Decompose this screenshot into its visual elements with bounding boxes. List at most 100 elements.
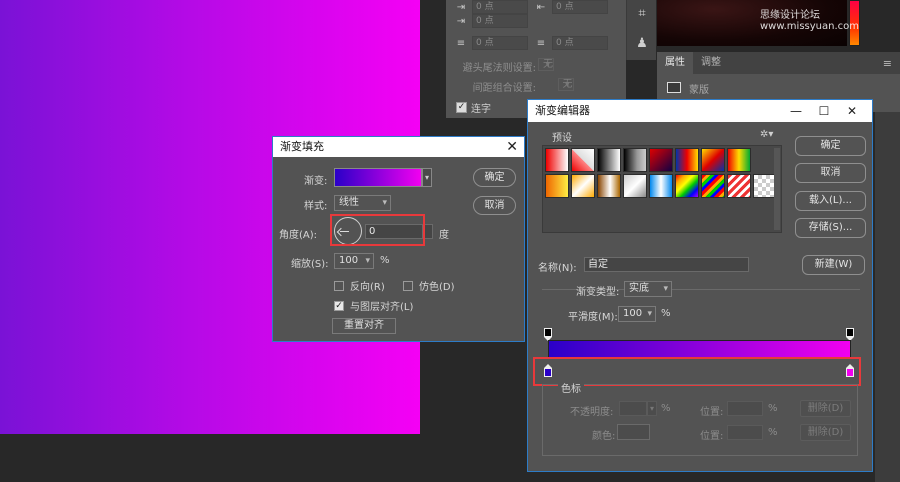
color-location-label: 位置: xyxy=(700,431,724,442)
smoothness-value: 100 xyxy=(623,308,643,319)
preset-swatch[interactable] xyxy=(649,174,673,198)
close-icon[interactable]: ✕ xyxy=(506,137,518,157)
spacing-label: 间距组合设置: xyxy=(472,83,536,94)
gradient-fill-title: 渐变填充 xyxy=(280,140,324,153)
opacity-label: 不透明度: xyxy=(570,407,614,418)
indent-first-icon: ⇥ xyxy=(456,15,466,27)
align-checkbox[interactable]: ✓ xyxy=(334,300,344,311)
reset-align-button[interactable]: 重置对齐 xyxy=(332,318,396,334)
scale-select[interactable]: 100 ▾ xyxy=(334,253,374,269)
highlight-box xyxy=(330,214,425,246)
panel-menu-icon[interactable]: ≡ xyxy=(883,57,892,70)
chevron-down-icon: ▾ xyxy=(663,284,668,294)
color-label: 颜色: xyxy=(592,431,616,442)
style-value: 线性 xyxy=(339,197,359,208)
dither-label: 仿色(D) xyxy=(419,282,455,293)
gradient-label: 渐变: xyxy=(304,176,328,187)
tab-properties[interactable]: 属性 xyxy=(657,52,693,74)
preset-swatch[interactable] xyxy=(545,148,569,172)
preset-swatch[interactable] xyxy=(675,174,699,198)
dither-checkbox[interactable] xyxy=(403,280,413,291)
scale-label: 缩放(S): xyxy=(291,259,329,270)
gradient-editor-dialog: 渐变编辑器 — ☐ ✕ 预设 ✲▾ 确定 取消 载入(L)... 存储(S)..… xyxy=(527,99,873,472)
cancel-button[interactable]: 取消 xyxy=(795,163,866,183)
stops-group-label: 色标 xyxy=(558,380,584,395)
chevron-down-icon[interactable]: ▾ xyxy=(422,168,432,187)
smoothness-unit: % xyxy=(661,308,671,319)
preset-swatch[interactable] xyxy=(675,148,699,172)
presets-grid xyxy=(542,145,782,233)
color-location-input[interactable] xyxy=(727,425,763,440)
gradient-type-value: 实底 xyxy=(629,283,649,294)
stops-group xyxy=(542,384,858,456)
chevron-down-icon: ▾ xyxy=(647,309,652,319)
tab-adjustments[interactable]: 调整 xyxy=(693,52,729,74)
preset-swatch[interactable] xyxy=(623,148,647,172)
color-location-unit: % xyxy=(768,427,778,438)
indent-left-field[interactable]: 0 点 xyxy=(472,0,528,14)
hyphenation-select[interactable]: 无 xyxy=(538,58,554,71)
gradient-type-select[interactable]: 实底 ▾ xyxy=(624,281,672,297)
align-label: 与图层对齐(L) xyxy=(350,302,414,313)
scale-unit: % xyxy=(380,255,390,266)
opacity-input[interactable] xyxy=(619,401,647,416)
gradient-editor-title: 渐变编辑器 xyxy=(535,104,590,117)
gradient-swatch[interactable] xyxy=(334,168,422,187)
ligature-label: 连字 xyxy=(471,104,491,115)
name-label: 名称(N): xyxy=(538,263,577,274)
watermark: 思缘设计论坛 www.missyuan.com xyxy=(760,10,859,32)
preset-swatch[interactable] xyxy=(701,174,725,198)
chevron-down-icon[interactable]: ▾ xyxy=(647,401,657,416)
ok-button[interactable]: 确定 xyxy=(795,136,866,156)
ligature-checkbox[interactable]: ✓ xyxy=(456,102,467,113)
crop-icon[interactable]: ⌗ xyxy=(632,4,652,24)
minimize-icon[interactable]: — xyxy=(782,100,810,122)
space-before-field[interactable]: 0 点 xyxy=(472,36,528,50)
style-select[interactable]: 线性 ▾ xyxy=(334,195,391,211)
style-label: 样式: xyxy=(304,201,328,212)
preset-swatch[interactable] xyxy=(727,148,751,172)
preset-swatch[interactable] xyxy=(649,148,673,172)
stop-color-swatch[interactable] xyxy=(617,424,650,440)
preset-swatch[interactable] xyxy=(727,174,751,198)
chevron-down-icon: ▾ xyxy=(382,198,387,208)
maximize-icon[interactable]: ☐ xyxy=(810,100,838,122)
scale-value: 100 xyxy=(339,255,359,266)
gear-icon[interactable]: ✲▾ xyxy=(760,129,773,140)
character-tool-icon[interactable]: ♟ xyxy=(632,34,652,54)
presets-scrollbar[interactable] xyxy=(774,148,780,230)
close-icon[interactable]: ✕ xyxy=(838,100,866,122)
save-button[interactable]: 存储(S)... xyxy=(795,218,866,238)
indent-first-line-icon: ⇥ xyxy=(456,1,466,13)
gradient-editor-titlebar: 渐变编辑器 — ☐ ✕ xyxy=(528,100,872,122)
preset-swatch[interactable] xyxy=(597,148,621,172)
cancel-button[interactable]: 取消 xyxy=(473,196,516,215)
preset-swatch[interactable] xyxy=(545,174,569,198)
gradient-fill-dialog: 渐变填充 ✕ 渐变: ▾ 确定 取消 样式: 线性 ▾ 角度(A): 0 度 缩… xyxy=(272,136,525,342)
load-button[interactable]: 载入(L)... xyxy=(795,191,866,211)
smoothness-select[interactable]: 100 ▾ xyxy=(618,306,656,322)
space-after-field[interactable]: 0 点 xyxy=(552,36,608,50)
preset-swatch[interactable] xyxy=(623,174,647,198)
indent-right-field[interactable]: 0 点 xyxy=(552,0,608,14)
spacing-select[interactable]: 无 xyxy=(557,78,574,91)
gradient-type-label: 渐变类型: xyxy=(576,287,620,298)
right-panel-edge xyxy=(875,112,900,482)
preset-swatch[interactable] xyxy=(571,174,595,198)
preset-swatch[interactable] xyxy=(597,174,621,198)
smoothness-label: 平滑度(M): xyxy=(568,312,618,323)
reverse-checkbox[interactable] xyxy=(334,280,344,291)
delete-color-stop-button[interactable]: 删除(D) xyxy=(800,424,851,441)
opacity-location-input[interactable] xyxy=(727,401,763,416)
name-input[interactable]: 自定 xyxy=(584,257,749,272)
reverse-label: 反向(R) xyxy=(350,282,385,293)
delete-opacity-stop-button[interactable]: 删除(D) xyxy=(800,400,851,417)
indent-first-field[interactable]: 0 点 xyxy=(472,14,528,28)
new-button[interactable]: 新建(W) xyxy=(802,255,865,275)
ok-button[interactable]: 确定 xyxy=(473,168,516,187)
preset-swatch[interactable] xyxy=(571,148,595,172)
angle-unit: 度 xyxy=(439,230,449,241)
preset-swatch[interactable] xyxy=(701,148,725,172)
angle-label: 角度(A): xyxy=(279,230,318,241)
mask-icon xyxy=(667,82,681,93)
